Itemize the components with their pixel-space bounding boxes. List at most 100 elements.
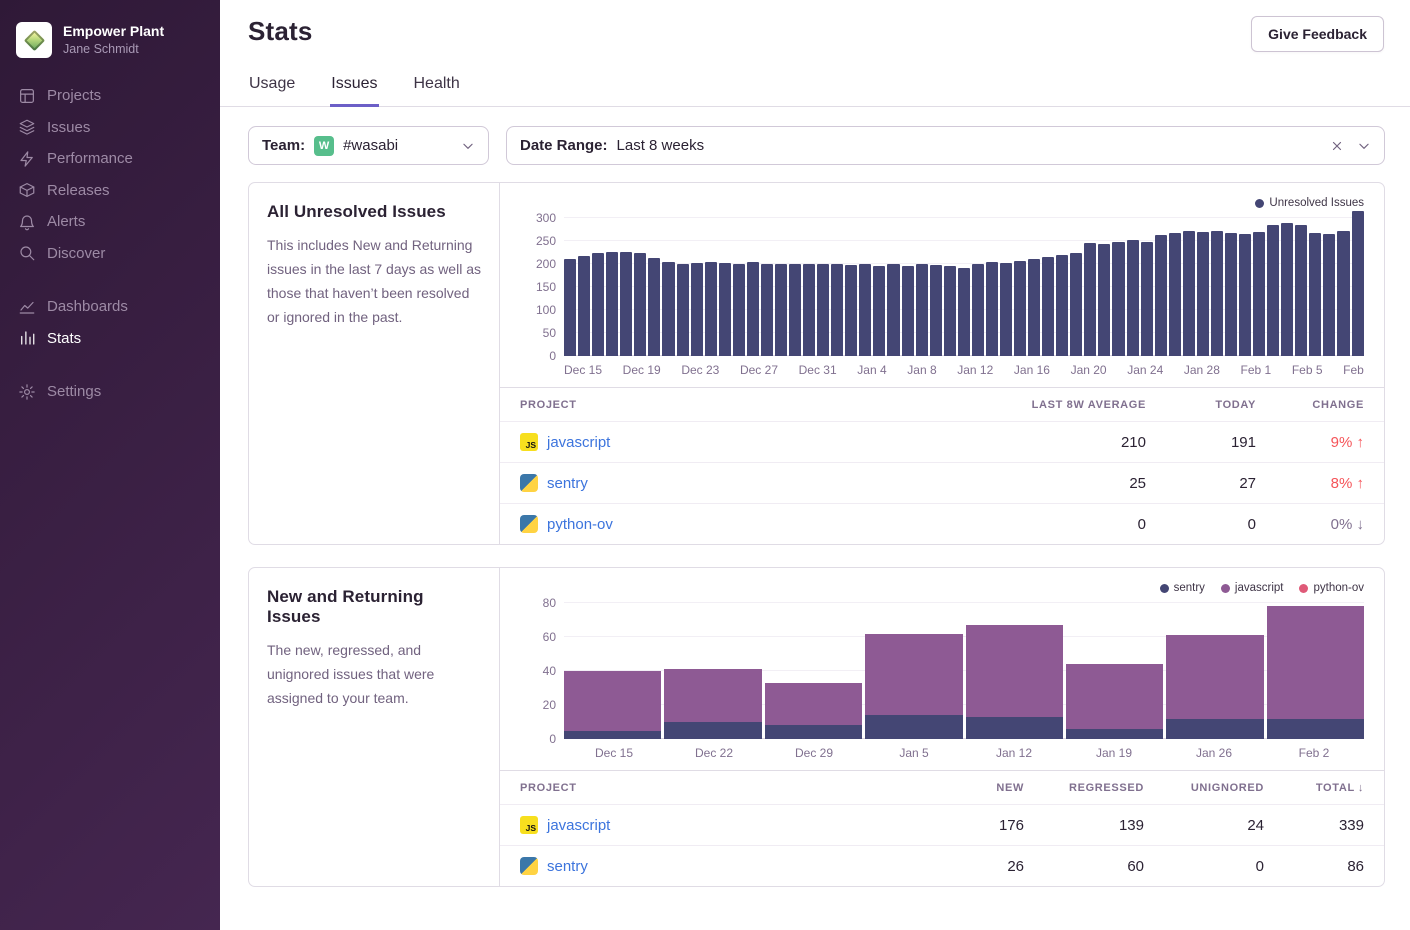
chart-bar[interactable] bbox=[817, 264, 829, 356]
chart-bar[interactable] bbox=[592, 253, 604, 356]
chart-bar[interactable] bbox=[775, 264, 787, 356]
chart-bar-segment[interactable] bbox=[1267, 719, 1364, 739]
chart-bar[interactable] bbox=[916, 264, 928, 356]
chart-bar[interactable] bbox=[1309, 233, 1321, 356]
tab-issues[interactable]: Issues bbox=[330, 66, 378, 107]
tab-health[interactable]: Health bbox=[413, 66, 461, 107]
chart-bar-segment[interactable] bbox=[1066, 729, 1163, 739]
chart-bar[interactable] bbox=[761, 264, 773, 356]
legend-item[interactable]: python-ov bbox=[1299, 581, 1364, 595]
chart-bar[interactable] bbox=[1098, 244, 1110, 356]
chart-bar[interactable] bbox=[1084, 243, 1096, 356]
chart-bar-segment[interactable] bbox=[664, 722, 761, 739]
legend-item[interactable]: Unresolved Issues bbox=[1255, 196, 1364, 210]
chart-bar[interactable] bbox=[1000, 263, 1012, 356]
chart-bar-stack[interactable] bbox=[966, 625, 1063, 739]
date-range-select[interactable]: Date Range: Last 8 weeks bbox=[506, 126, 1385, 165]
chart-bar[interactable] bbox=[1183, 231, 1195, 356]
column-header-total[interactable]: Total↓ bbox=[1264, 782, 1364, 794]
chart-bar[interactable] bbox=[1112, 242, 1124, 356]
chart-bar-segment[interactable] bbox=[966, 625, 1063, 717]
sidebar-item-performance[interactable]: Performance bbox=[0, 143, 220, 175]
chart-bar-segment[interactable] bbox=[865, 634, 962, 716]
chart-bar[interactable] bbox=[1352, 211, 1364, 356]
chart-bar[interactable] bbox=[986, 262, 998, 356]
chart-bar[interactable] bbox=[1253, 232, 1265, 356]
new-returning-issues-chart[interactable]: sentryjavascriptpython-ov 020406080 Dec … bbox=[500, 568, 1384, 770]
chart-bar[interactable] bbox=[1281, 223, 1293, 356]
chart-bar[interactable] bbox=[705, 262, 717, 356]
chart-bar[interactable] bbox=[902, 266, 914, 356]
give-feedback-button[interactable]: Give Feedback bbox=[1251, 16, 1384, 52]
chart-bar-stack[interactable] bbox=[1166, 635, 1263, 739]
chart-bar[interactable] bbox=[1070, 253, 1082, 356]
chart-bar[interactable] bbox=[1225, 233, 1237, 356]
chart-bar[interactable] bbox=[1042, 257, 1054, 356]
team-select[interactable]: Team: W #wasabi bbox=[248, 126, 489, 165]
tab-usage[interactable]: Usage bbox=[248, 66, 296, 107]
chart-bar[interactable] bbox=[859, 264, 871, 356]
chart-bar-segment[interactable] bbox=[564, 731, 661, 740]
chart-bar[interactable] bbox=[677, 264, 689, 356]
chart-bar-segment[interactable] bbox=[765, 683, 862, 726]
chart-bar[interactable] bbox=[873, 266, 885, 356]
legend-item[interactable]: sentry bbox=[1160, 581, 1205, 595]
unresolved-issues-chart[interactable]: Unresolved Issues 050100150200250300 Dec… bbox=[500, 183, 1384, 387]
chart-bar[interactable] bbox=[944, 266, 956, 356]
chart-bar-segment[interactable] bbox=[865, 715, 962, 739]
clear-icon[interactable] bbox=[1330, 139, 1344, 153]
sidebar-item-issues[interactable]: Issues bbox=[0, 112, 220, 144]
chart-bar[interactable] bbox=[1239, 234, 1251, 356]
chart-bar[interactable] bbox=[1141, 242, 1153, 356]
chart-bar[interactable] bbox=[691, 263, 703, 356]
sidebar-item-settings[interactable]: Settings bbox=[0, 376, 220, 408]
chart-bar-segment[interactable] bbox=[1267, 606, 1364, 718]
chart-bar[interactable] bbox=[887, 264, 899, 356]
chart-bar[interactable] bbox=[578, 256, 590, 356]
project-link[interactable]: sentry bbox=[547, 475, 588, 492]
chart-bar-segment[interactable] bbox=[1166, 719, 1263, 739]
sidebar-item-stats[interactable]: Stats bbox=[0, 323, 220, 355]
chart-bar[interactable] bbox=[1155, 235, 1167, 356]
project-link[interactable]: sentry bbox=[547, 858, 588, 875]
chart-bar[interactable] bbox=[1337, 231, 1349, 356]
chart-bar[interactable] bbox=[1323, 234, 1335, 356]
chart-bar[interactable] bbox=[747, 262, 759, 356]
project-link[interactable]: javascript bbox=[547, 434, 610, 451]
chart-bar[interactable] bbox=[719, 263, 731, 356]
chart-bar[interactable] bbox=[831, 264, 843, 356]
sidebar-item-dashboards[interactable]: Dashboards bbox=[0, 291, 220, 323]
chart-bar-segment[interactable] bbox=[564, 671, 661, 731]
chart-bar-stack[interactable] bbox=[1066, 664, 1163, 739]
chart-bar[interactable] bbox=[1056, 255, 1068, 356]
chart-bar[interactable] bbox=[733, 264, 745, 356]
chart-bar-stack[interactable] bbox=[865, 634, 962, 739]
chart-bar[interactable] bbox=[1028, 259, 1040, 356]
project-link[interactable]: python-ov bbox=[547, 516, 613, 533]
chart-bar[interactable] bbox=[620, 252, 632, 356]
chart-bar[interactable] bbox=[1197, 232, 1209, 356]
chart-bar[interactable] bbox=[634, 253, 646, 356]
legend-item[interactable]: javascript bbox=[1221, 581, 1284, 595]
chart-bar[interactable] bbox=[648, 258, 660, 356]
chart-bar[interactable] bbox=[930, 265, 942, 356]
chart-bar-stack[interactable] bbox=[1267, 606, 1364, 739]
chart-bar[interactable] bbox=[1169, 233, 1181, 356]
chart-bar[interactable] bbox=[958, 268, 970, 356]
chart-bar[interactable] bbox=[1295, 225, 1307, 356]
sidebar-item-projects[interactable]: Projects bbox=[0, 80, 220, 112]
chart-bar[interactable] bbox=[845, 265, 857, 356]
chart-bar-stack[interactable] bbox=[564, 671, 661, 739]
sidebar-item-discover[interactable]: Discover bbox=[0, 238, 220, 270]
chart-bar-stack[interactable] bbox=[765, 683, 862, 739]
chart-bar[interactable] bbox=[606, 252, 618, 356]
chart-bar-segment[interactable] bbox=[1166, 635, 1263, 718]
chart-bar-segment[interactable] bbox=[966, 717, 1063, 739]
chart-bar-segment[interactable] bbox=[765, 725, 862, 739]
chart-bar[interactable] bbox=[1014, 261, 1026, 356]
chart-bar[interactable] bbox=[564, 259, 576, 356]
chart-bar[interactable] bbox=[1211, 231, 1223, 356]
chart-bar[interactable] bbox=[1267, 225, 1279, 356]
chart-bar[interactable] bbox=[803, 264, 815, 356]
project-link[interactable]: javascript bbox=[547, 817, 610, 834]
